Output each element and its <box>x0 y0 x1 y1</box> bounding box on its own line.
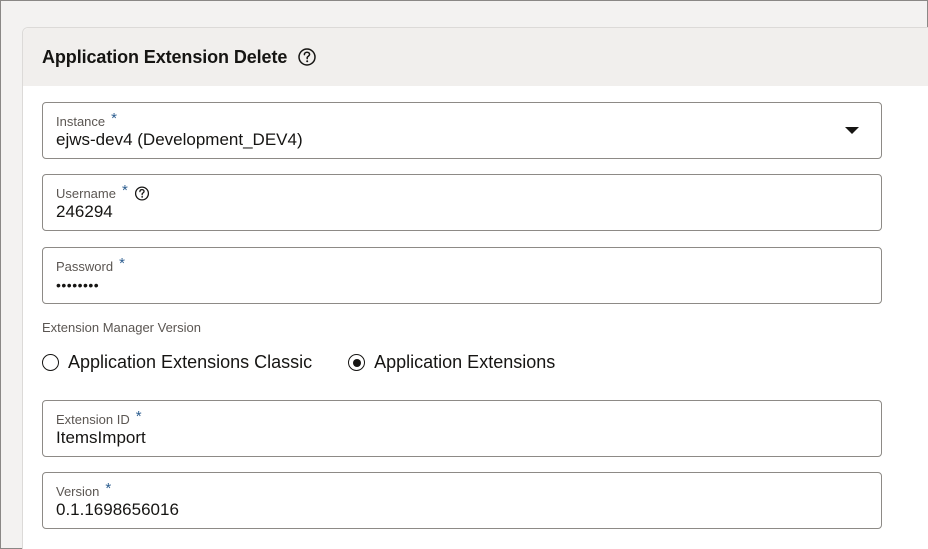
radio-option-classic[interactable]: Application Extensions Classic <box>42 352 312 373</box>
required-indicator: * <box>121 182 128 199</box>
question-circle-icon[interactable] <box>134 185 150 201</box>
extension-id-field[interactable]: Extension ID * ItemsImport <box>42 400 882 457</box>
instance-value: ejws-dev4 (Development_DEV4) <box>56 130 303 149</box>
required-indicator: * <box>135 408 142 425</box>
username-field[interactable]: Username * 246294 <box>42 174 882 231</box>
version-field[interactable]: Version * 0.1.1698656016 <box>42 472 882 529</box>
required-indicator: * <box>105 480 112 497</box>
version-label: Version <box>56 484 100 499</box>
required-indicator: * <box>119 255 125 272</box>
extension-manager-label: Extension Manager Version <box>42 320 201 335</box>
password-label: Password <box>56 259 114 274</box>
radio-label-extensions: Application Extensions <box>374 352 556 372</box>
radio-dot <box>352 358 361 367</box>
radio-label-classic: Application Extensions Classic <box>68 352 313 372</box>
username-label: Username <box>56 186 116 201</box>
password-field[interactable]: Password * •••••••• <box>42 247 882 304</box>
extension-id-value: ItemsImport <box>56 428 146 447</box>
panel-header: Application Extension Delete <box>23 28 928 86</box>
version-value: 0.1.1698656016 <box>56 500 179 519</box>
instance-label: Instance <box>56 114 106 129</box>
username-value: 246294 <box>56 202 113 221</box>
required-indicator: * <box>111 110 117 127</box>
radio-checked-icon[interactable] <box>348 354 366 371</box>
caret-down-icon[interactable] <box>845 127 859 134</box>
extension-id-label: Extension ID <box>56 412 130 427</box>
instance-select[interactable]: Instance * ejws-dev4 (Development_DEV4) <box>42 102 882 159</box>
password-value: •••••••• <box>56 277 100 293</box>
panel-title: Application Extension Delete <box>42 46 288 67</box>
radio-unchecked-icon[interactable] <box>42 354 59 371</box>
extension-manager-radio-group: Application Extensions Classic Applicati… <box>42 352 591 373</box>
radio-option-extensions[interactable]: Application Extensions <box>348 352 555 373</box>
question-circle-icon[interactable] <box>297 47 317 67</box>
